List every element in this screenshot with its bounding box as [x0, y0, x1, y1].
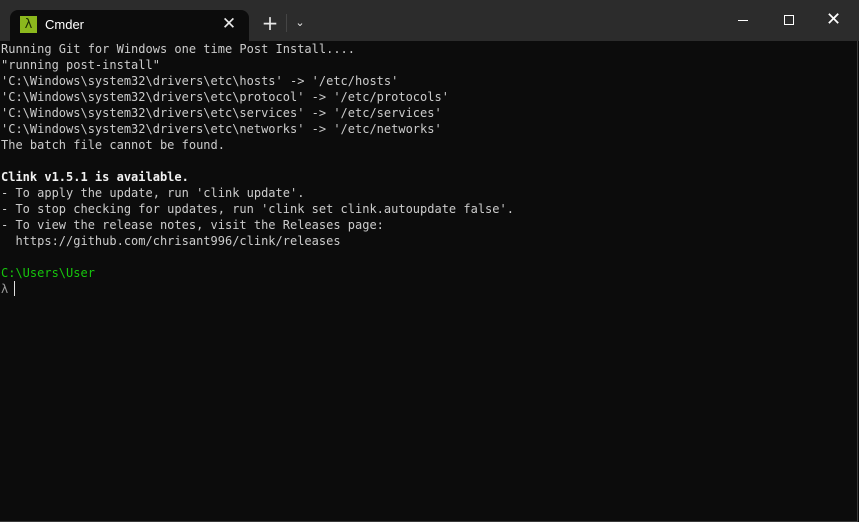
terminal-line: Running Git for Windows one time Post In…: [1, 42, 356, 56]
title-bar[interactable]: λ Cmder ✕ + ⌄ ✕: [0, 0, 859, 41]
terminal-line: "running post-install": [1, 58, 160, 72]
terminal-line: Clink v1.5.1 is available.: [1, 170, 189, 184]
minimize-icon: [738, 20, 748, 21]
text-cursor: [14, 281, 16, 296]
tab-close-icon[interactable]: ✕: [220, 15, 238, 33]
terminal-line: https://github.com/chrisant996/clink/rel…: [1, 234, 341, 248]
terminal-line: - To stop checking for updates, run 'cli…: [1, 202, 514, 216]
terminal-line: 'C:\Windows\system32\drivers\etc\service…: [1, 106, 442, 120]
close-button[interactable]: ✕: [813, 0, 859, 41]
prompt-symbol: λ: [1, 282, 9, 296]
new-tab-button[interactable]: +: [259, 12, 281, 34]
lambda-icon: λ: [20, 16, 37, 33]
terminal-line: - To view the release notes, visit the R…: [1, 218, 384, 232]
tab-title: Cmder: [45, 17, 85, 32]
close-icon: ✕: [826, 9, 842, 30]
terminal-line: - To apply the update, run 'clink update…: [1, 186, 305, 200]
maximize-icon: [784, 15, 794, 25]
prompt-path: C:\Users\User: [1, 266, 95, 280]
tab-cmder[interactable]: λ Cmder ✕: [10, 10, 249, 41]
terminal-line: 'C:\Windows\system32\drivers\etc\network…: [1, 122, 442, 136]
terminal-line: 'C:\Windows\system32\drivers\etc\hosts' …: [1, 74, 399, 88]
terminal-output[interactable]: Running Git for Windows one time Post In…: [0, 41, 858, 522]
chevron-down-icon[interactable]: ⌄: [290, 12, 310, 34]
terminal-line: The batch file cannot be found.: [1, 138, 225, 152]
prompt-line[interactable]: λ: [0, 281, 514, 297]
divider: [286, 14, 287, 32]
minimize-button[interactable]: [721, 0, 767, 41]
terminal-line: 'C:\Windows\system32\drivers\etc\protoco…: [1, 90, 449, 104]
maximize-button[interactable]: [767, 0, 813, 41]
